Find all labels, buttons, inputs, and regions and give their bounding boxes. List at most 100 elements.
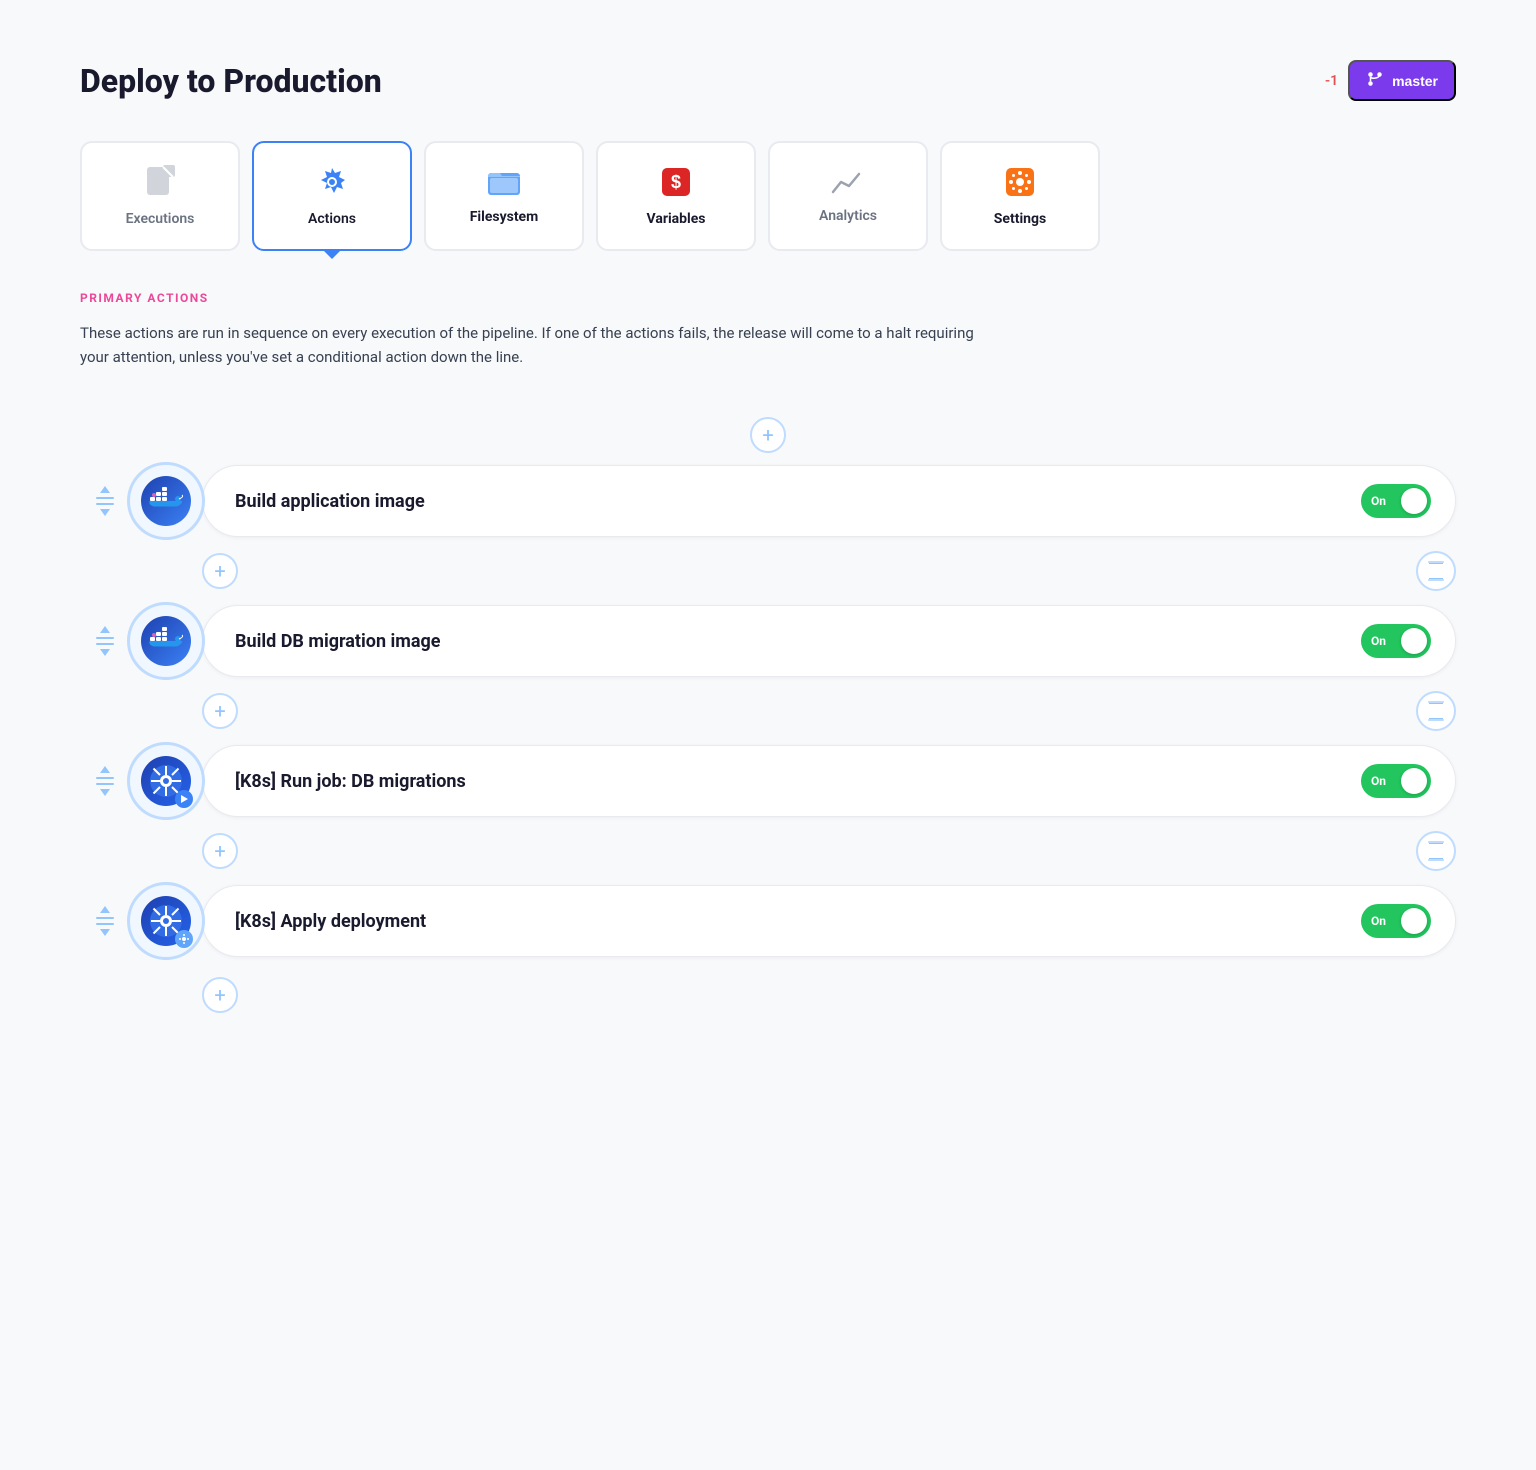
drag-handle-icon-2 [96,626,114,656]
drag-arrow-up-4 [100,906,110,913]
drag-line-2b [96,643,114,645]
drag-line-3a [96,777,114,779]
between-left-3: + [202,825,238,877]
add-action-button-top[interactable]: + [750,417,786,453]
drag-arrow-down-2 [100,649,110,656]
action-row-wrapper-4: [K8s] Apply deployment [80,881,1456,961]
drag-arrow-down-4 [100,929,110,936]
action-card-4[interactable]: [K8s] Apply deployment [202,885,1456,957]
actions-list: + [80,409,1456,1021]
toggle-knob-2 [1401,628,1427,654]
drag-line-3b [96,783,114,785]
drag-arrow-up-1 [100,486,110,493]
branch-icon [1366,70,1384,91]
hourglass-button-1[interactable] [1416,551,1456,591]
action-name-1: Build application image [235,491,1345,512]
settings-icon [1003,165,1037,203]
drag-arrow-up-2 [100,626,110,633]
tab-filesystem-label: Filesystem [470,209,539,225]
drag-line-4a [96,917,114,919]
drag-handle-2[interactable] [80,605,130,677]
toggle-2[interactable] [1361,624,1431,658]
action-row-1: Build application image [80,465,1456,537]
filesystem-icon [487,167,521,201]
tab-executions[interactable]: Executions [80,141,240,251]
between-right-1 [1404,551,1456,591]
between-row-3: + [80,821,1456,881]
branch-label: master [1392,73,1438,89]
k8s-icon-3 [141,756,191,806]
toggle-1[interactable] [1361,484,1431,518]
add-action-button-3[interactable]: + [202,833,238,869]
toggle-knob-4 [1401,908,1427,934]
tab-variables[interactable]: $ Variables [596,141,756,251]
action-name-4: [K8s] Apply deployment [235,911,1345,932]
drag-arrow-up-3 [100,766,110,773]
hourglass-button-3[interactable] [1416,831,1456,871]
action-row-3: [K8s] Run job: DB migrations [80,745,1456,817]
drag-line-2a [96,637,114,639]
tab-settings-label: Settings [994,211,1046,227]
add-action-button-bottom-wrapper: + [202,969,238,1021]
section-description: These actions are run in sequence on eve… [80,321,980,369]
docker-icon-2 [141,616,191,666]
between-row-2: + [80,681,1456,741]
page-header: Deploy to Production -1 master [80,60,1456,101]
action-row-4: [K8s] Apply deployment [80,885,1456,957]
toggle-3[interactable] [1361,764,1431,798]
hourglass-button-2[interactable] [1416,691,1456,731]
tab-executions-label: Executions [126,211,195,227]
toggle-knob-1 [1401,488,1427,514]
tab-settings[interactable]: Settings [940,141,1100,251]
tab-analytics[interactable]: Analytics [768,141,928,251]
action-card-1[interactable]: Build application image [202,465,1456,537]
svg-text:$: $ [671,172,681,192]
section-label: PRIMARY ACTIONS [80,291,1456,305]
between-right-2 [1404,691,1456,731]
add-action-button-bottom[interactable]: + [202,977,238,1013]
drag-line-1b [96,503,114,505]
toggle-knob-3 [1401,768,1427,794]
tab-filesystem[interactable]: Filesystem [424,141,584,251]
action-row-wrapper-1: Build application image [80,461,1456,541]
branch-button[interactable]: master [1348,60,1456,101]
drag-line-1a [96,497,114,499]
action-name-2: Build DB migration image [235,631,1345,652]
analytics-icon [831,168,865,200]
tabs-container: Executions Actions Filesystem $ [80,141,1456,251]
drag-handle-icon-4 [96,906,114,936]
between-right-3 [1404,831,1456,871]
tab-analytics-label: Analytics [819,208,877,224]
action-icon-3 [130,745,202,817]
action-icon-4 [130,885,202,957]
action-row-wrapper-2: Build DB migration image [80,601,1456,681]
header-right: -1 master [1325,60,1456,101]
primary-actions-section: PRIMARY ACTIONS These actions are run in… [80,291,1456,369]
toggle-4[interactable] [1361,904,1431,938]
add-action-button-2[interactable]: + [202,693,238,729]
action-card-3[interactable]: [K8s] Run job: DB migrations [202,745,1456,817]
gear-badge-4 [175,930,193,948]
drag-arrow-down-3 [100,789,110,796]
drag-handle-4[interactable] [80,885,130,957]
tab-variables-label: Variables [647,211,706,227]
action-card-2[interactable]: Build DB migration image [202,605,1456,677]
tab-actions[interactable]: Actions [252,141,412,251]
between-row-1: + [80,541,1456,601]
executions-icon [145,165,175,203]
add-action-button-1[interactable]: + [202,553,238,589]
drag-handle-3[interactable] [80,745,130,817]
between-left-1: + [202,545,238,597]
drag-handle-1[interactable] [80,465,130,537]
action-row-2: Build DB migration image [80,605,1456,677]
action-row-wrapper-3: [K8s] Run job: DB migrations [80,741,1456,821]
drag-handle-icon-1 [96,486,114,516]
docker-icon-1 [141,476,191,526]
actions-icon [315,165,349,203]
tab-actions-label: Actions [308,211,356,227]
variables-icon: $ [659,165,693,203]
drag-handle-icon-3 [96,766,114,796]
notification-badge: -1 [1325,73,1338,89]
action-name-3: [K8s] Run job: DB migrations [235,771,1345,792]
drag-arrow-down-1 [100,509,110,516]
